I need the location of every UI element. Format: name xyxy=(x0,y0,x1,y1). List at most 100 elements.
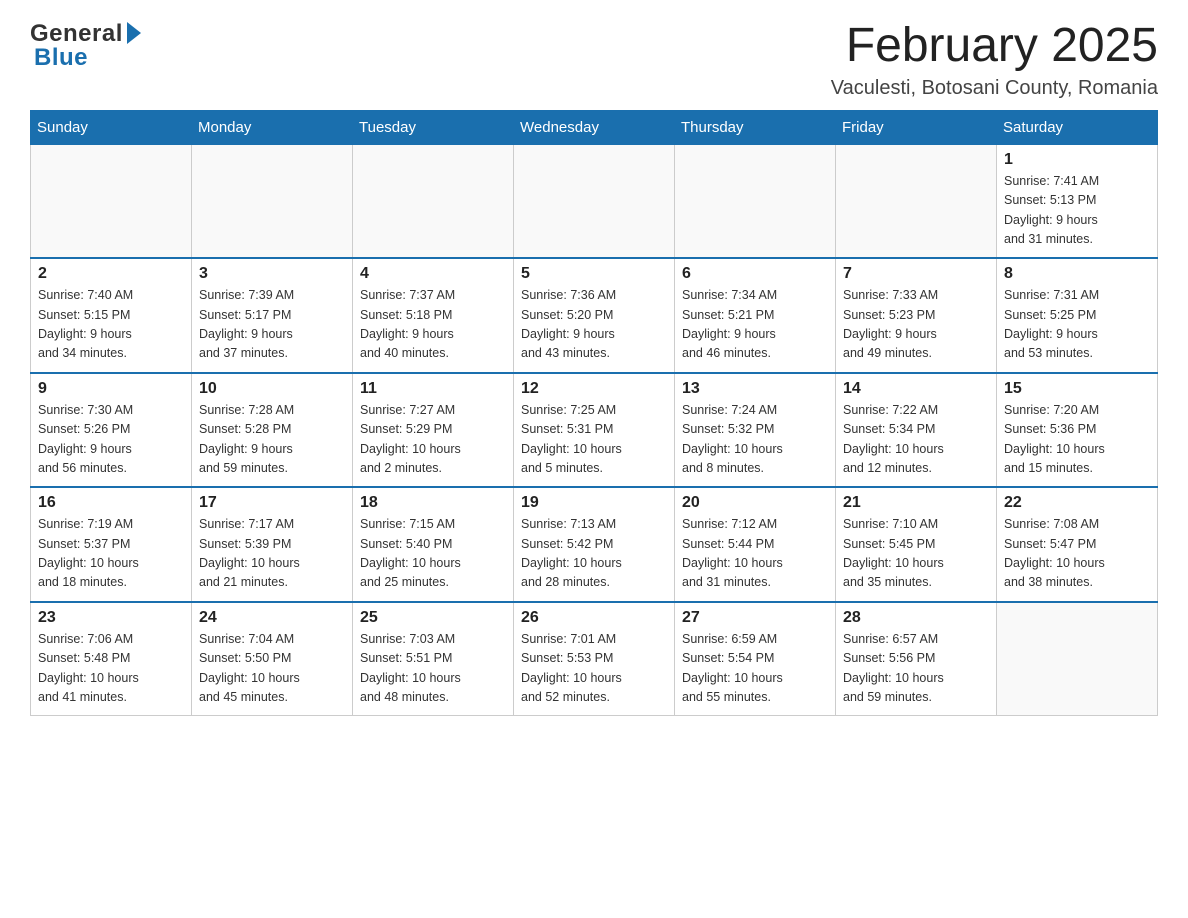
day-info: Sunrise: 6:57 AMSunset: 5:56 PMDaylight:… xyxy=(843,630,989,708)
calendar-cell: 28 Sunrise: 6:57 AMSunset: 5:56 PMDayligh… xyxy=(836,602,997,716)
calendar-week-row: 16 Sunrise: 7:19 AMSunset: 5:37 PMDayligh… xyxy=(31,487,1158,602)
day-info: Sunrise: 7:15 AMSunset: 5:40 PMDaylight:… xyxy=(360,515,506,593)
calendar-header-monday: Monday xyxy=(192,110,353,144)
day-number: 3 xyxy=(199,265,345,283)
calendar-cell xyxy=(192,144,353,258)
calendar-cell xyxy=(675,144,836,258)
calendar-cell: 13 Sunrise: 7:24 AMSunset: 5:32 PMDayligh… xyxy=(675,373,836,488)
calendar-header-saturday: Saturday xyxy=(997,110,1158,144)
calendar-header-row: SundayMondayTuesdayWednesdayThursdayFrid… xyxy=(31,110,1158,144)
calendar-cell: 20Sunrise: 7:12 AMSunset: 5:44 PMDayligh… xyxy=(675,487,836,602)
day-number: 24 xyxy=(199,609,345,627)
calendar-cell: 6 Sunrise: 7:34 AMSunset: 5:21 PMDaylight… xyxy=(675,258,836,373)
day-info: Sunrise: 7:40 AMSunset: 5:15 PMDaylight:… xyxy=(38,286,184,364)
calendar-cell: 18 Sunrise: 7:15 AMSunset: 5:40 PMDayligh… xyxy=(353,487,514,602)
calendar-cell: 10 Sunrise: 7:28 AMSunset: 5:28 PMDayligh… xyxy=(192,373,353,488)
day-info: Sunrise: 7:08 AMSunset: 5:47 PMDaylight:… xyxy=(1004,515,1150,593)
day-info: Sunrise: 7:33 AMSunset: 5:23 PMDaylight:… xyxy=(843,286,989,364)
calendar-cell: 15 Sunrise: 7:20 AMSunset: 5:36 PMDayligh… xyxy=(997,373,1158,488)
day-number: 14 xyxy=(843,380,989,398)
day-number: 15 xyxy=(1004,380,1150,398)
day-info: Sunrise: 7:24 AMSunset: 5:32 PMDaylight:… xyxy=(682,401,828,479)
day-info: Sunrise: 7:04 AMSunset: 5:50 PMDaylight:… xyxy=(199,630,345,708)
day-info: Sunrise: 6:59 AMSunset: 5:54 PMDaylight:… xyxy=(682,630,828,708)
month-title: February 2025 xyxy=(831,20,1158,73)
day-number: 23 xyxy=(38,609,184,627)
day-info: Sunrise: 7:28 AMSunset: 5:28 PMDaylight:… xyxy=(199,401,345,479)
day-number: 2 xyxy=(38,265,184,283)
calendar-cell: 9 Sunrise: 7:30 AMSunset: 5:26 PMDaylight… xyxy=(31,373,192,488)
calendar-cell: 22 Sunrise: 7:08 AMSunset: 5:47 PMDayligh… xyxy=(997,487,1158,602)
day-info: Sunrise: 7:19 AMSunset: 5:37 PMDaylight:… xyxy=(38,515,184,593)
day-info: Sunrise: 7:37 AMSunset: 5:18 PMDaylight:… xyxy=(360,286,506,364)
day-info: Sunrise: 7:10 AMSunset: 5:45 PMDaylight:… xyxy=(843,515,989,593)
day-info: Sunrise: 7:34 AMSunset: 5:21 PMDaylight:… xyxy=(682,286,828,364)
day-info: Sunrise: 7:39 AMSunset: 5:17 PMDaylight:… xyxy=(199,286,345,364)
day-number: 18 xyxy=(360,494,506,512)
calendar-cell: 24 Sunrise: 7:04 AMSunset: 5:50 PMDayligh… xyxy=(192,602,353,716)
day-info: Sunrise: 7:22 AMSunset: 5:34 PMDaylight:… xyxy=(843,401,989,479)
day-number: 1 xyxy=(1004,151,1150,169)
day-number: 4 xyxy=(360,265,506,283)
calendar-cell: 8 Sunrise: 7:31 AMSunset: 5:25 PMDaylight… xyxy=(997,258,1158,373)
calendar-table: SundayMondayTuesdayWednesdayThursdayFrid… xyxy=(30,110,1158,717)
day-info: Sunrise: 7:06 AMSunset: 5:48 PMDaylight:… xyxy=(38,630,184,708)
day-number: 25 xyxy=(360,609,506,627)
calendar-cell: 25 Sunrise: 7:03 AMSunset: 5:51 PMDayligh… xyxy=(353,602,514,716)
calendar-cell: 12 Sunrise: 7:25 AMSunset: 5:31 PMDayligh… xyxy=(514,373,675,488)
calendar-cell: 14 Sunrise: 7:22 AMSunset: 5:34 PMDayligh… xyxy=(836,373,997,488)
logo: General Blue xyxy=(30,20,141,72)
calendar-week-row: 9 Sunrise: 7:30 AMSunset: 5:26 PMDaylight… xyxy=(31,373,1158,488)
day-number: 16 xyxy=(38,494,184,512)
logo-blue-text: Blue xyxy=(34,44,88,72)
day-number: 8 xyxy=(1004,265,1150,283)
calendar-header-thursday: Thursday xyxy=(675,110,836,144)
calendar-week-row: 2 Sunrise: 7:40 AMSunset: 5:15 PMDaylight… xyxy=(31,258,1158,373)
calendar-header-tuesday: Tuesday xyxy=(353,110,514,144)
calendar-header-sunday: Sunday xyxy=(31,110,192,144)
day-number: 17 xyxy=(199,494,345,512)
calendar-week-row: 23 Sunrise: 7:06 AMSunset: 5:48 PMDayligh… xyxy=(31,602,1158,716)
day-info: Sunrise: 7:12 AMSunset: 5:44 PMDaylight:… xyxy=(682,515,828,593)
calendar-cell xyxy=(514,144,675,258)
calendar-cell: 21 Sunrise: 7:10 AMSunset: 5:45 PMDayligh… xyxy=(836,487,997,602)
calendar-cell: 19Sunrise: 7:13 AMSunset: 5:42 PMDayligh… xyxy=(514,487,675,602)
calendar-cell: 4 Sunrise: 7:37 AMSunset: 5:18 PMDaylight… xyxy=(353,258,514,373)
calendar-header-friday: Friday xyxy=(836,110,997,144)
calendar-cell: 3 Sunrise: 7:39 AMSunset: 5:17 PMDaylight… xyxy=(192,258,353,373)
calendar-cell xyxy=(353,144,514,258)
calendar-cell: 26Sunrise: 7:01 AMSunset: 5:53 PMDayligh… xyxy=(514,602,675,716)
day-number: 28 xyxy=(843,609,989,627)
calendar-cell: 11Sunrise: 7:27 AMSunset: 5:29 PMDayligh… xyxy=(353,373,514,488)
day-number: 12 xyxy=(521,380,667,398)
day-info: Sunrise: 7:31 AMSunset: 5:25 PMDaylight:… xyxy=(1004,286,1150,364)
day-info: Sunrise: 7:27 AMSunset: 5:29 PMDaylight:… xyxy=(360,401,506,479)
day-info: Sunrise: 7:03 AMSunset: 5:51 PMDaylight:… xyxy=(360,630,506,708)
calendar-cell: 17 Sunrise: 7:17 AMSunset: 5:39 PMDayligh… xyxy=(192,487,353,602)
day-info: Sunrise: 7:25 AMSunset: 5:31 PMDaylight:… xyxy=(521,401,667,479)
day-number: 9 xyxy=(38,380,184,398)
title-block: February 2025 Vaculesti, Botosani County… xyxy=(831,20,1158,100)
day-info: Sunrise: 7:17 AMSunset: 5:39 PMDaylight:… xyxy=(199,515,345,593)
calendar-cell xyxy=(997,602,1158,716)
day-number: 22 xyxy=(1004,494,1150,512)
logo-arrow-icon xyxy=(127,22,141,44)
calendar-cell xyxy=(836,144,997,258)
day-info: Sunrise: 7:41 AMSunset: 5:13 PMDaylight:… xyxy=(1004,172,1150,250)
calendar-cell: 16 Sunrise: 7:19 AMSunset: 5:37 PMDayligh… xyxy=(31,487,192,602)
day-info: Sunrise: 7:36 AMSunset: 5:20 PMDaylight:… xyxy=(521,286,667,364)
day-number: 5 xyxy=(521,265,667,283)
day-info: Sunrise: 7:30 AMSunset: 5:26 PMDaylight:… xyxy=(38,401,184,479)
day-number: 13 xyxy=(682,380,828,398)
day-number: 6 xyxy=(682,265,828,283)
day-number: 27 xyxy=(682,609,828,627)
calendar-cell xyxy=(31,144,192,258)
day-number: 26 xyxy=(521,609,667,627)
calendar-header-wednesday: Wednesday xyxy=(514,110,675,144)
day-number: 10 xyxy=(199,380,345,398)
page-header: General Blue February 2025 Vaculesti, Bo… xyxy=(30,20,1158,100)
day-number: 21 xyxy=(843,494,989,512)
day-number: 19 xyxy=(521,494,667,512)
day-number: 7 xyxy=(843,265,989,283)
day-info: Sunrise: 7:20 AMSunset: 5:36 PMDaylight:… xyxy=(1004,401,1150,479)
